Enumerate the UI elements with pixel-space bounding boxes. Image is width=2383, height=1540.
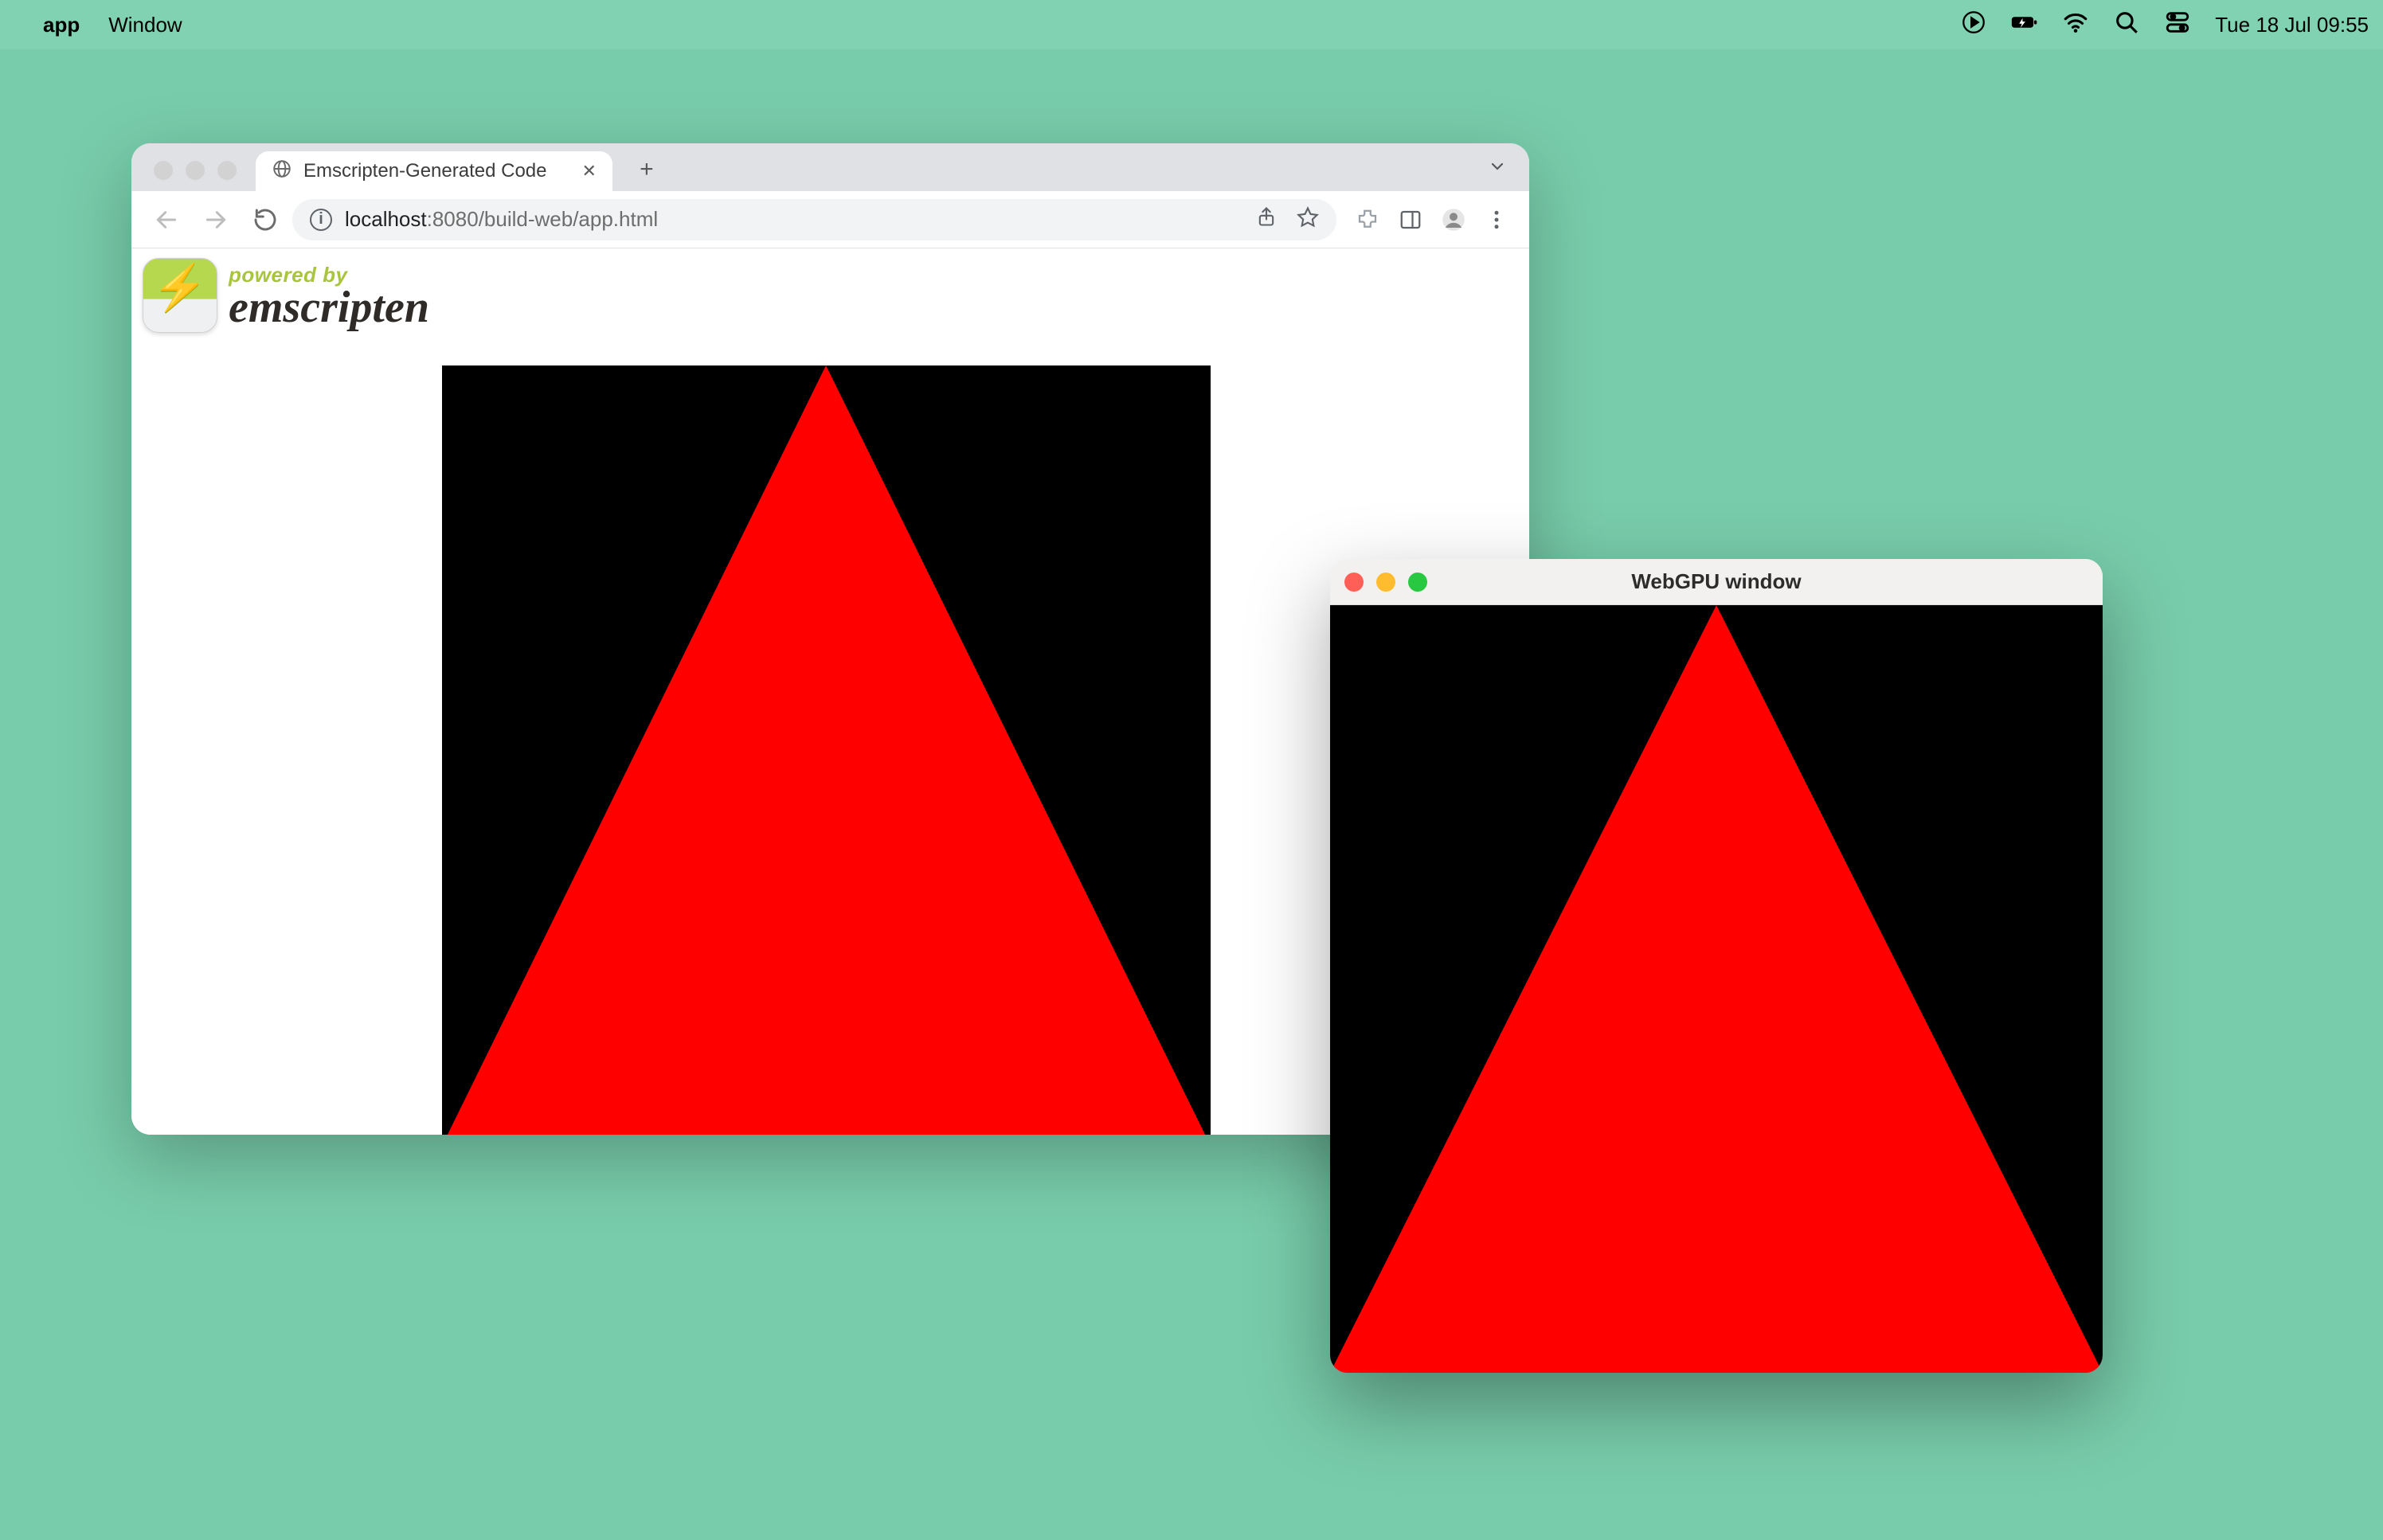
back-button[interactable] (144, 197, 189, 242)
browser-viewport: ⚡ powered by emscripten (131, 248, 1529, 1135)
url-host: localhost (345, 207, 427, 231)
chrome-tabstrip: Emscripten-Generated Code ✕ + (131, 143, 1529, 191)
profile-icon[interactable] (1434, 200, 1473, 240)
traffic-close-icon[interactable] (154, 161, 173, 180)
emscripten-wordmark: emscripten (229, 287, 429, 327)
site-info-icon[interactable]: i (310, 209, 332, 231)
wifi-icon[interactable] (2062, 9, 2089, 41)
menubar-clock[interactable]: Tue 18 Jul 09:55 (2215, 13, 2369, 37)
emscripten-bolt-icon: ⚡ (143, 258, 217, 333)
browser-tab-active[interactable]: Emscripten-Generated Code ✕ (256, 151, 612, 191)
emscripten-logo: ⚡ powered by emscripten (143, 258, 429, 333)
native-titlebar[interactable]: WebGPU window (1330, 559, 2103, 605)
macos-menubar: app Window Tue 18 Jul 09:55 (0, 0, 2383, 49)
address-bar[interactable]: i localhost:8080/build-web/app.html (292, 199, 1336, 240)
native-app-window: WebGPU window (1330, 559, 2103, 1373)
red-triangle (1330, 605, 2103, 1373)
tab-list-button[interactable] (1488, 157, 1507, 182)
traffic-close-icon[interactable] (1344, 573, 1364, 592)
url-path: :8080/build-web/app.html (427, 207, 659, 231)
chrome-menu-icon[interactable] (1477, 200, 1516, 240)
screen-recording-icon[interactable] (1960, 9, 1987, 41)
control-center-icon[interactable] (2164, 9, 2191, 41)
webgpu-canvas-browser[interactable] (442, 365, 1211, 1135)
extensions-icon[interactable] (1348, 200, 1387, 240)
webgpu-canvas-native[interactable] (1330, 605, 2103, 1373)
traffic-minimize-icon[interactable] (186, 161, 205, 180)
chrome-window: Emscripten-Generated Code ✕ + i localhos… (131, 143, 1529, 1135)
close-icon[interactable]: ✕ (581, 161, 596, 182)
globe-icon (272, 158, 292, 185)
traffic-minimize-icon[interactable] (1376, 573, 1395, 592)
side-panel-icon[interactable] (1391, 200, 1430, 240)
menubar-app-name[interactable]: app (43, 13, 80, 37)
chrome-toolbar: i localhost:8080/build-web/app.html (131, 191, 1529, 248)
forward-button[interactable] (194, 197, 238, 242)
reload-button[interactable] (243, 197, 288, 242)
spotlight-icon[interactable] (2113, 9, 2140, 41)
window-traffic-lights (146, 161, 248, 191)
native-window-title: WebGPU window (1330, 569, 2103, 594)
bookmark-star-icon[interactable] (1297, 205, 1319, 233)
traffic-zoom-icon[interactable] (217, 161, 237, 180)
native-traffic-lights (1344, 573, 1427, 592)
new-tab-button[interactable]: + (627, 150, 667, 190)
menubar-window-menu[interactable]: Window (108, 13, 182, 37)
traffic-zoom-icon[interactable] (1408, 573, 1427, 592)
battery-charging-icon[interactable] (2011, 9, 2038, 41)
share-icon[interactable] (1255, 205, 1278, 233)
red-triangle (442, 365, 1211, 1135)
tab-title: Emscripten-Generated Code (303, 160, 546, 182)
